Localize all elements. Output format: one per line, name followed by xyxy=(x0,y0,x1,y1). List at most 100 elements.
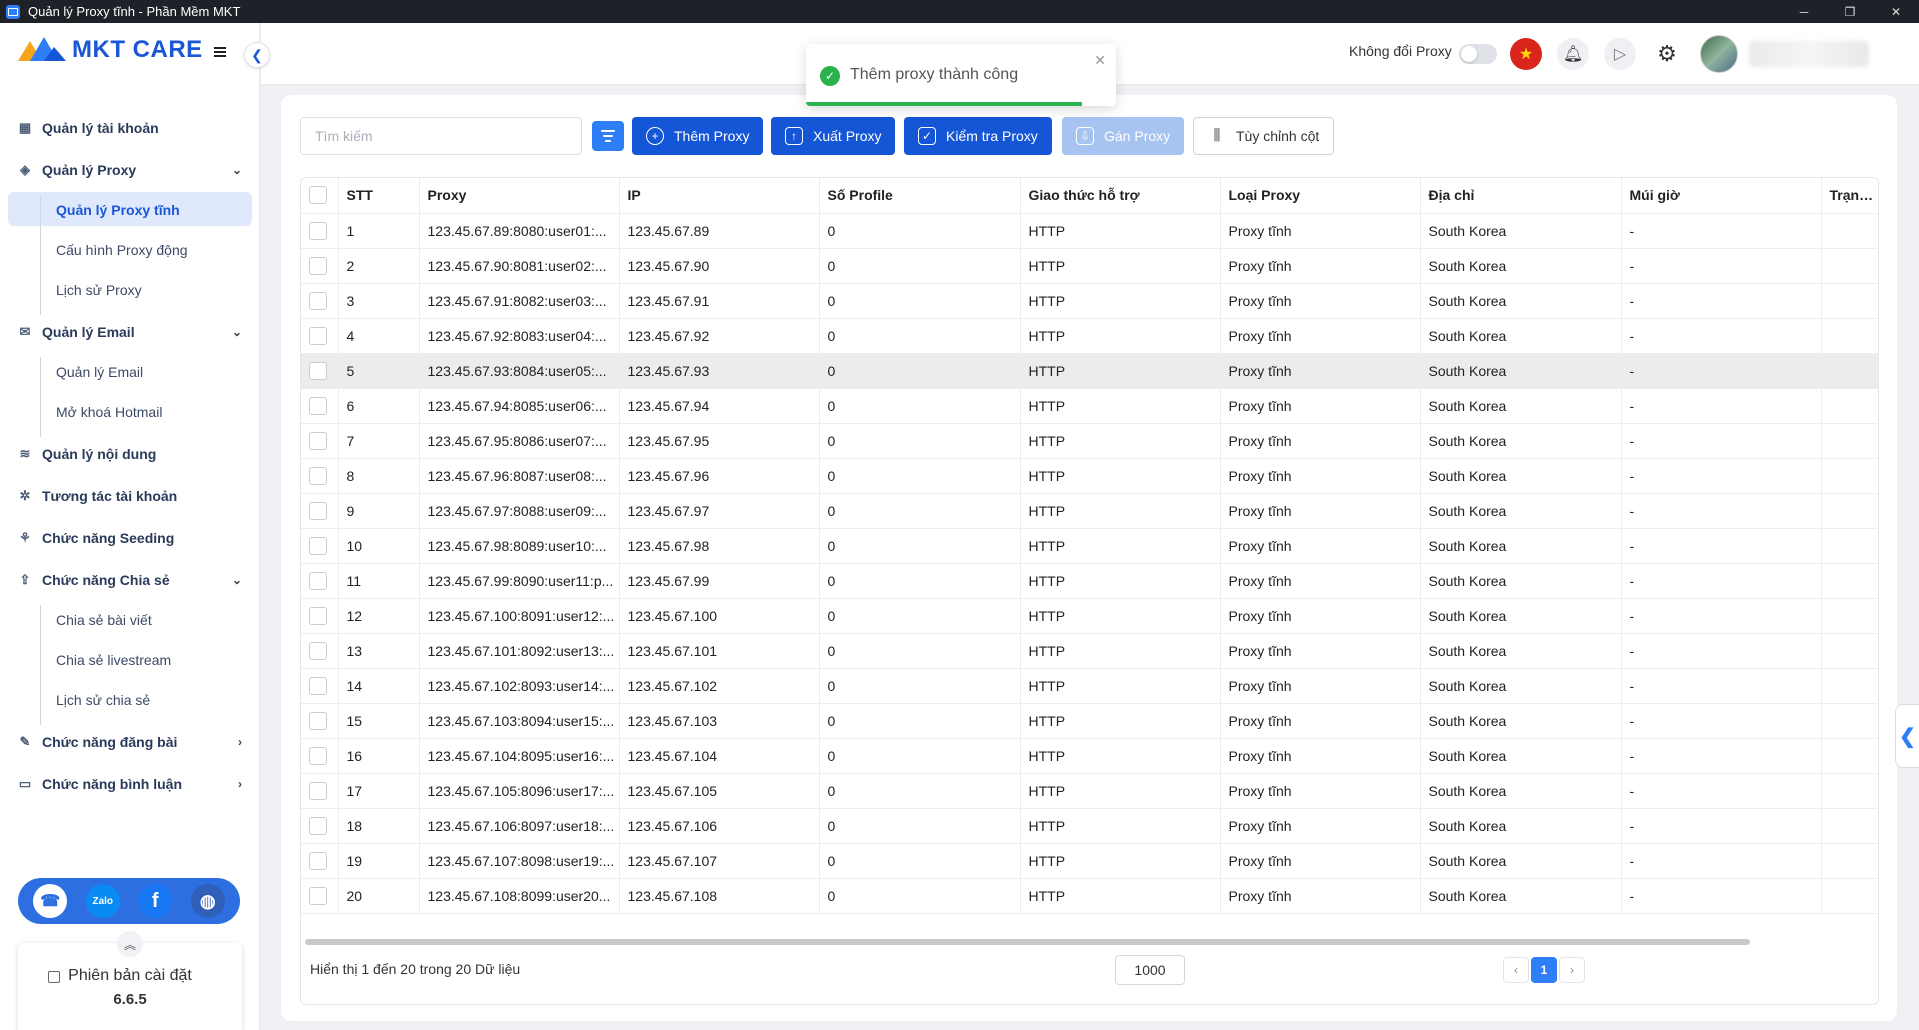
row-checkbox[interactable] xyxy=(309,711,327,730)
column-header[interactable]: Số Profile xyxy=(819,178,1021,214)
table-row[interactable]: 10 123.45.67.98:8089:user10:... 123.45.67.… xyxy=(301,528,1878,564)
table-row[interactable]: 12 123.45.67.100:8091:user12:... 123.45.67… xyxy=(301,598,1878,634)
minimize-button[interactable]: ─ xyxy=(1781,0,1827,23)
row-checkbox[interactable] xyxy=(309,641,327,660)
table-row[interactable]: 2 123.45.67.90:8081:user02:... 123.45.67.9… xyxy=(301,248,1878,284)
vietnam-flag-icon[interactable]: ★ xyxy=(1510,38,1542,70)
table-cell: South Korea xyxy=(1420,878,1622,914)
table-row[interactable]: 13 123.45.67.101:8092:user13:... 123.45.67… xyxy=(301,633,1878,669)
play-icon[interactable]: ▷ xyxy=(1604,38,1636,70)
row-checkbox[interactable] xyxy=(309,676,327,695)
gear-icon[interactable]: ⚙ xyxy=(1651,38,1683,70)
next-page-button[interactable]: › xyxy=(1559,957,1585,983)
row-checkbox[interactable] xyxy=(309,396,327,415)
row-checkbox[interactable] xyxy=(309,221,327,240)
search-input[interactable] xyxy=(300,117,582,155)
page-size-select[interactable]: 1000 xyxy=(1115,955,1185,985)
scrollbar-thumb[interactable] xyxy=(305,939,1750,945)
sidebar-item-unlock-hotmail[interactable]: Mở khoá Hotmail xyxy=(56,404,162,420)
sidebar-item-proxy[interactable]: ◈ Quản lý Proxy ⌄ xyxy=(18,162,242,178)
sidebar-item-posting[interactable]: ✎ Chức năng đăng bài › xyxy=(18,734,242,750)
add-proxy-button[interactable]: + Thêm Proxy xyxy=(632,117,764,155)
row-checkbox[interactable] xyxy=(309,361,327,380)
sidebar-item-content[interactable]: ≋ Quản lý nội dung xyxy=(18,446,157,462)
row-checkbox[interactable] xyxy=(309,501,327,520)
horizontal-scrollbar[interactable] xyxy=(301,937,1878,947)
support-icon[interactable]: ☎ xyxy=(33,884,68,918)
select-all-checkbox[interactable] xyxy=(309,186,327,205)
column-header[interactable]: STT xyxy=(338,178,420,214)
table-row[interactable]: 20 123.45.67.108:8099:user20... 123.45.67.… xyxy=(301,878,1878,914)
column-header[interactable]: Địa chỉ xyxy=(1420,178,1622,214)
bell-icon[interactable]: 🔔︎ xyxy=(1557,38,1589,70)
sidebar-item-proxy-history[interactable]: Lịch sử Proxy xyxy=(56,282,142,298)
row-checkbox[interactable] xyxy=(309,851,327,870)
row-checkbox[interactable] xyxy=(309,326,327,345)
table-row[interactable]: 4 123.45.67.92:8083:user04:... 123.45.67.9… xyxy=(301,318,1878,354)
close-window-button[interactable]: ✕ xyxy=(1873,0,1919,23)
row-checkbox[interactable] xyxy=(309,571,327,590)
column-header[interactable]: IP xyxy=(619,178,820,214)
column-header[interactable]: Múi giờ xyxy=(1621,178,1822,214)
table-row[interactable]: 16 123.45.67.104:8095:user16:... 123.45.67… xyxy=(301,738,1878,774)
table-row[interactable]: 18 123.45.67.106:8097:user18:... 123.45.67… xyxy=(301,808,1878,844)
prev-page-button[interactable]: ‹ xyxy=(1503,957,1529,983)
sidebar-item-share-history[interactable]: Lịch sử chia sẻ xyxy=(56,692,150,708)
check-proxy-button[interactable]: ✓ Kiểm tra Proxy xyxy=(904,117,1052,155)
facebook-icon[interactable]: f xyxy=(138,884,173,918)
customize-columns-button[interactable]: ⫼ Tùy chỉnh cột xyxy=(1193,117,1335,155)
sidebar-item-dynamic-proxy[interactable]: Cấu hình Proxy động xyxy=(56,242,188,258)
table-row[interactable]: 11 123.45.67.99:8090:user11:p... 123.45.67… xyxy=(301,563,1878,599)
logo[interactable]: MKT CARE xyxy=(14,35,203,65)
table-row[interactable]: 9 123.45.67.97:8088:user09:... 123.45.67.9… xyxy=(301,493,1878,529)
sidebar-item-share-post[interactable]: Chia sẻ bài viết xyxy=(56,612,152,628)
table-row[interactable]: 1 123.45.67.89:8080:user01:... 123.45.67.8… xyxy=(301,213,1878,249)
row-checkbox[interactable] xyxy=(309,886,327,905)
sidebar-item-comment[interactable]: ▭ Chức năng bình luận › xyxy=(18,776,242,792)
sidebar-item-share-livestream[interactable]: Chia sẻ livestream xyxy=(56,652,171,668)
column-header[interactable]: Loại Proxy xyxy=(1220,178,1421,214)
avatar[interactable] xyxy=(1700,35,1738,73)
assign-proxy-button[interactable]: ⇩ Gán Proxy xyxy=(1062,117,1185,155)
proxy-toggle[interactable] xyxy=(1459,44,1497,64)
sidebar-item-accounts[interactable]: ▦ Quản lý tài khoản xyxy=(18,120,159,136)
expand-panel-handle[interactable]: ❮ xyxy=(1895,704,1919,768)
row-checkbox[interactable] xyxy=(309,431,327,450)
chevron-up-icon[interactable]: ︽ xyxy=(117,931,143,957)
row-checkbox[interactable] xyxy=(309,466,327,485)
table-row[interactable]: 7 123.45.67.95:8086:user07:... 123.45.67.9… xyxy=(301,423,1878,459)
maximize-button[interactable]: ❐ xyxy=(1827,0,1873,23)
table-row[interactable]: 17 123.45.67.105:8096:user17:... 123.45.67… xyxy=(301,773,1878,809)
column-header[interactable]: Trạng th xyxy=(1821,178,1878,214)
table-row[interactable]: 8 123.45.67.96:8087:user08:... 123.45.67.9… xyxy=(301,458,1878,494)
row-checkbox[interactable] xyxy=(309,816,327,835)
sidebar-item-email[interactable]: ✉ Quản lý Email ⌄ xyxy=(18,324,242,340)
table-row[interactable]: 6 123.45.67.94:8085:user06:... 123.45.67.9… xyxy=(301,388,1878,424)
row-checkbox[interactable] xyxy=(309,291,327,310)
table-row[interactable]: 19 123.45.67.107:8098:user19:... 123.45.67… xyxy=(301,843,1878,879)
row-checkbox[interactable] xyxy=(309,781,327,800)
page-button[interactable]: 1 xyxy=(1531,957,1557,983)
sidebar-item-seeding[interactable]: ⚘ Chức năng Seeding xyxy=(18,530,174,546)
column-header[interactable]: Giao thức hỗ trợ xyxy=(1020,178,1221,214)
globe-icon[interactable]: ◍ xyxy=(190,884,225,918)
table-row[interactable]: 3 123.45.67.91:8082:user03:... 123.45.67.9… xyxy=(301,283,1878,319)
collapse-sidebar-button[interactable]: ❮ xyxy=(244,42,270,68)
menu-icon[interactable] xyxy=(214,47,226,57)
table-row[interactable]: 14 123.45.67.102:8093:user14:... 123.45.67… xyxy=(301,668,1878,704)
sidebar-item-share[interactable]: ⇪ Chức năng Chia sẻ ⌄ xyxy=(18,572,242,588)
close-icon[interactable]: ✕ xyxy=(1094,52,1106,69)
export-proxy-button[interactable]: ↑ Xuất Proxy xyxy=(771,117,896,155)
row-checkbox[interactable] xyxy=(309,256,327,275)
table-row[interactable]: 15 123.45.67.103:8094:user15:... 123.45.67… xyxy=(301,703,1878,739)
sidebar-item-static-proxy[interactable]: Quản lý Proxy tĩnh xyxy=(56,202,180,218)
filter-button[interactable] xyxy=(592,121,624,151)
sidebar-item-interact[interactable]: ✲ Tương tác tài khoản xyxy=(18,488,178,504)
row-checkbox[interactable] xyxy=(309,606,327,625)
row-checkbox[interactable] xyxy=(309,536,327,555)
zalo-icon[interactable]: Zalo xyxy=(85,884,120,918)
row-checkbox[interactable] xyxy=(309,746,327,765)
sidebar-item-email-manage[interactable]: Quản lý Email xyxy=(56,364,143,380)
table-row[interactable]: 5 123.45.67.93:8084:user05:... 123.45.67.9… xyxy=(301,353,1878,389)
column-header[interactable]: Proxy xyxy=(419,178,620,214)
